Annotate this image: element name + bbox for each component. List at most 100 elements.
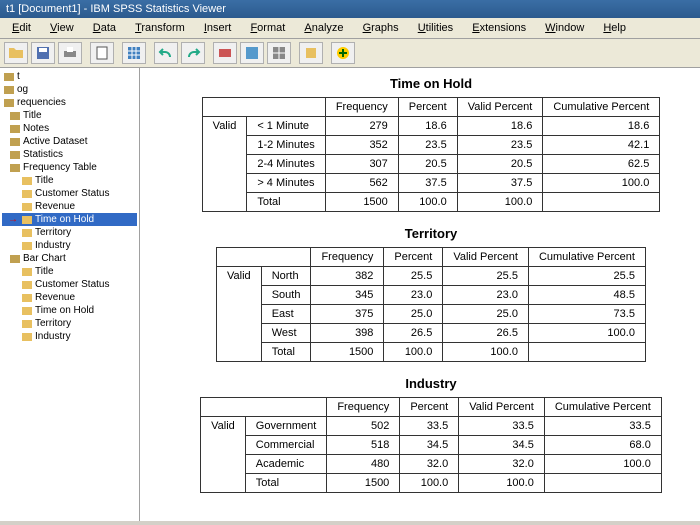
cell: 25.0 xyxy=(443,305,529,324)
cell: 23.0 xyxy=(384,286,443,305)
tree-item[interactable]: Notes xyxy=(2,122,137,135)
outline-tree[interactable]: togrequenciesTitleNotesActive DatasetSta… xyxy=(0,68,140,521)
save-button[interactable] xyxy=(31,42,55,64)
cell: 33.5 xyxy=(544,417,661,436)
output-viewer[interactable]: Time on Hold FrequencyPercentValid Percen… xyxy=(140,68,700,521)
tree-node-icon xyxy=(4,85,14,95)
tree-item[interactable]: Statistics xyxy=(2,148,137,161)
tree-item-label: t xyxy=(17,71,20,82)
menu-utilities[interactable]: Utilities xyxy=(410,20,461,36)
row-label: South xyxy=(261,286,311,305)
tree-item[interactable]: t xyxy=(2,70,137,83)
tree-item[interactable]: Time on Hold xyxy=(2,213,137,226)
tree-item[interactable]: Revenue xyxy=(2,291,137,304)
cell: 100.0 xyxy=(384,343,443,362)
tree-item[interactable]: Active Dataset xyxy=(2,135,137,148)
tree-node-icon xyxy=(4,98,14,108)
tree-item[interactable]: Frequency Table xyxy=(2,161,137,174)
tree-item[interactable]: Customer Status xyxy=(2,187,137,200)
tree-item[interactable]: Industry xyxy=(2,330,137,343)
menu-data[interactable]: Data xyxy=(85,20,124,36)
cell: 48.5 xyxy=(528,286,645,305)
menu-analyze[interactable]: Analyze xyxy=(296,20,351,36)
cell: 18.6 xyxy=(543,117,660,136)
goto-case-button[interactable] xyxy=(240,42,264,64)
tree-node-icon xyxy=(10,111,20,121)
folder-icon xyxy=(8,45,24,61)
tree-node-icon xyxy=(10,150,20,160)
cell: 33.5 xyxy=(459,417,545,436)
cell: 345 xyxy=(311,286,384,305)
row-label: Academic xyxy=(245,455,327,474)
menu-format[interactable]: Format xyxy=(242,20,293,36)
row-label: Government xyxy=(245,417,327,436)
menu-extensions[interactable]: Extensions xyxy=(464,20,534,36)
cell: 42.1 xyxy=(543,136,660,155)
cell: 279 xyxy=(325,117,398,136)
row-label: Total xyxy=(245,474,327,493)
undo-button[interactable] xyxy=(154,42,178,64)
tree-item[interactable]: Title xyxy=(2,109,137,122)
frequency-table[interactable]: FrequencyPercentValid PercentCumulative … xyxy=(200,397,662,493)
tree-item[interactable]: Time on Hold xyxy=(2,304,137,317)
tree-item[interactable]: Revenue xyxy=(2,200,137,213)
menu-help[interactable]: Help xyxy=(595,20,634,36)
tree-node-icon xyxy=(22,267,32,277)
redo-icon xyxy=(185,45,201,61)
redo-button[interactable] xyxy=(181,42,205,64)
plus-icon xyxy=(335,45,351,61)
table-row: West39826.526.5100.0 xyxy=(217,324,646,343)
row-label: West xyxy=(261,324,311,343)
cell xyxy=(543,193,660,212)
menu-transform[interactable]: Transform xyxy=(127,20,193,36)
group-label: Valid xyxy=(217,267,262,362)
data-button[interactable] xyxy=(122,42,146,64)
col-header: Cumulative Percent xyxy=(544,398,661,417)
row-label: North xyxy=(261,267,311,286)
open-button[interactable] xyxy=(4,42,28,64)
menu-view[interactable]: View xyxy=(42,20,82,36)
col-header: Frequency xyxy=(327,398,400,417)
variables-icon xyxy=(271,45,287,61)
cell: 20.5 xyxy=(398,155,457,174)
tree-item[interactable]: Territory xyxy=(2,226,137,239)
menu-window[interactable]: Window xyxy=(537,20,592,36)
table-row: Total1500100.0100.0 xyxy=(201,474,662,493)
tree-item[interactable]: Industry xyxy=(2,239,137,252)
cell: 32.0 xyxy=(400,455,459,474)
cell: 1500 xyxy=(325,193,398,212)
select-button[interactable] xyxy=(299,42,323,64)
variables-button[interactable] xyxy=(267,42,291,64)
print-button[interactable] xyxy=(58,42,82,64)
tree-item[interactable]: requencies xyxy=(2,96,137,109)
col-header: Frequency xyxy=(311,248,384,267)
menu-insert[interactable]: Insert xyxy=(196,20,240,36)
row-label: 2-4 Minutes xyxy=(247,155,325,174)
cell xyxy=(528,343,645,362)
row-label: East xyxy=(261,305,311,324)
tree-item[interactable]: Territory xyxy=(2,317,137,330)
window-titlebar: t1 [Document1] - IBM SPSS Statistics Vie… xyxy=(0,0,700,18)
tree-item[interactable]: Customer Status xyxy=(2,278,137,291)
toolbar xyxy=(0,39,700,68)
preview-button[interactable] xyxy=(90,42,114,64)
menu-edit[interactable]: Edit xyxy=(4,20,39,36)
frequency-table[interactable]: FrequencyPercentValid PercentCumulative … xyxy=(202,97,661,212)
tree-item[interactable]: Bar Chart xyxy=(2,252,137,265)
goto-case-icon xyxy=(244,45,260,61)
tree-item[interactable]: Title xyxy=(2,265,137,278)
tree-item[interactable]: og xyxy=(2,83,137,96)
tree-item[interactable]: Title xyxy=(2,174,137,187)
printer-icon xyxy=(62,45,78,61)
cell: 100.0 xyxy=(398,193,457,212)
table-row: Total1500100.0100.0 xyxy=(202,193,660,212)
frequency-table[interactable]: FrequencyPercentValid PercentCumulative … xyxy=(216,247,646,362)
insert-button[interactable] xyxy=(331,42,355,64)
table-title: Time on Hold xyxy=(170,76,692,91)
tree-item-label: Time on Hold xyxy=(35,305,94,316)
menu-graphs[interactable]: Graphs xyxy=(355,20,407,36)
cell: 1500 xyxy=(327,474,400,493)
goto-button[interactable] xyxy=(213,42,237,64)
cell: 73.5 xyxy=(528,305,645,324)
col-header: Valid Percent xyxy=(459,398,545,417)
